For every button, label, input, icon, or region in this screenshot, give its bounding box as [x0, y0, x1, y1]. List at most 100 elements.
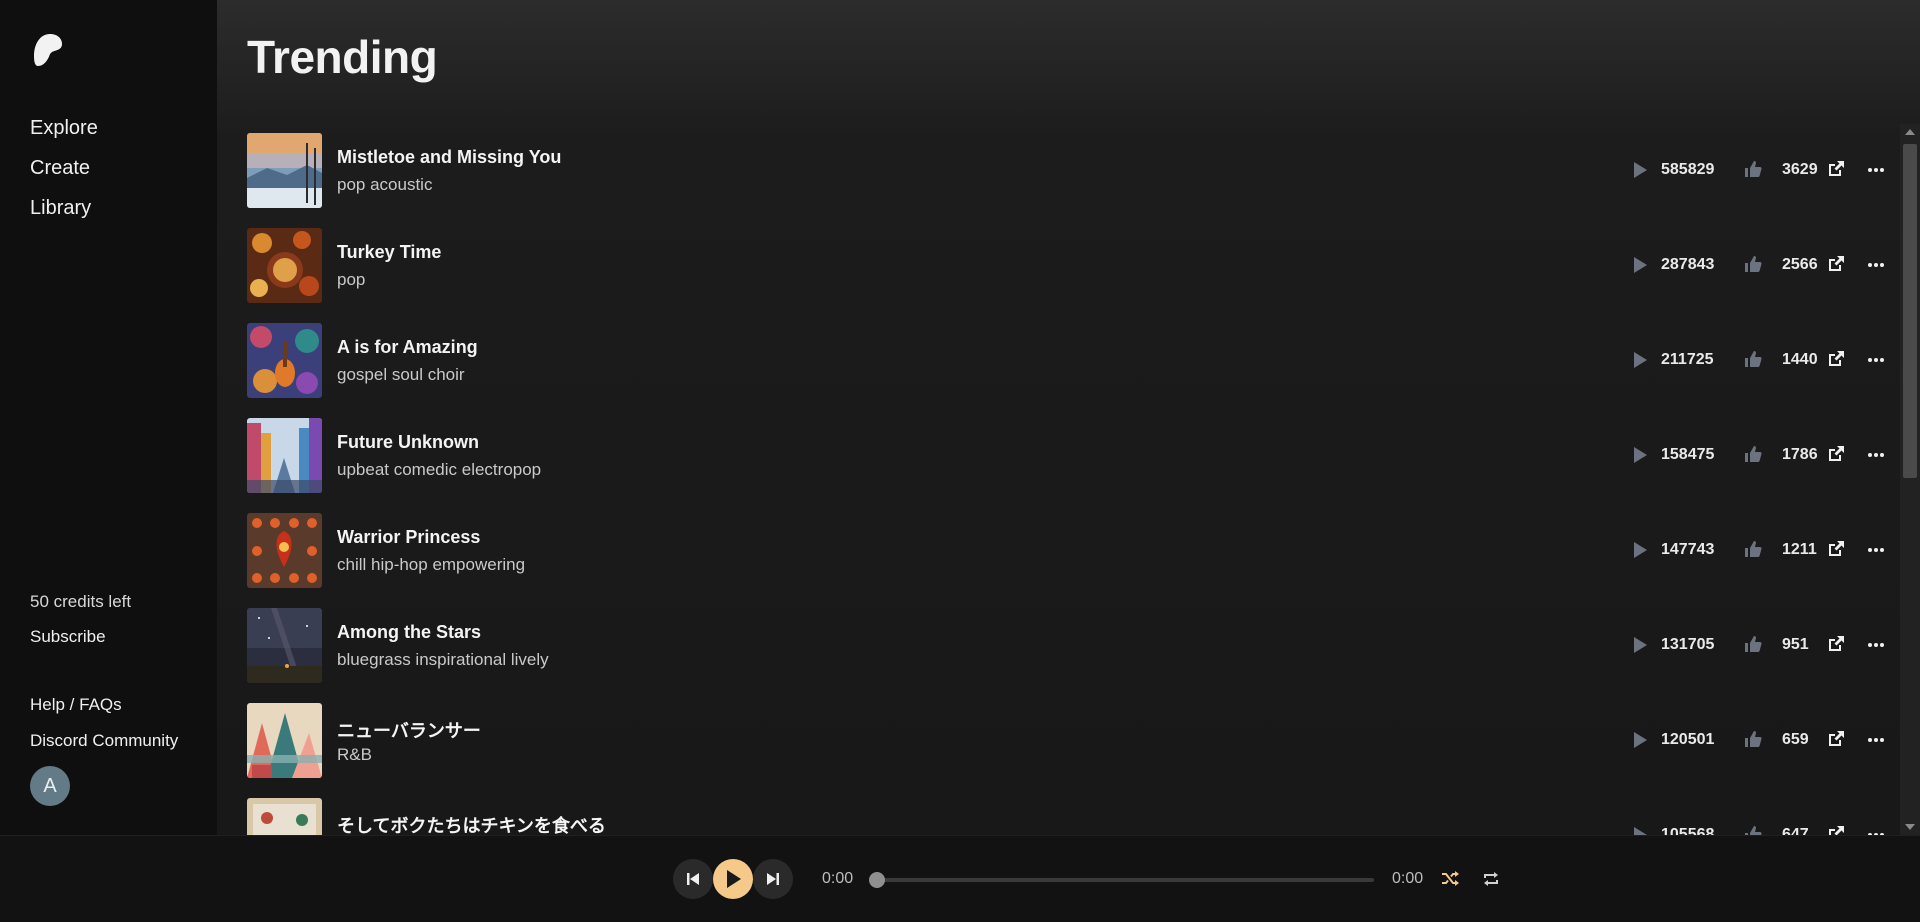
share-icon[interactable]: [1826, 824, 1846, 835]
scroll-up-arrow-icon[interactable]: [1905, 129, 1915, 135]
main-content: Trending Mistletoe and Missing You pop a…: [217, 0, 1920, 835]
skip-previous-button[interactable]: [673, 859, 713, 899]
more-options-icon[interactable]: [1867, 446, 1885, 469]
song-cover[interactable]: [247, 133, 322, 208]
song-genre: R&B: [337, 745, 372, 764]
nav-create[interactable]: Create: [30, 148, 98, 188]
song-genre: bluegrass inspirational lively: [337, 650, 549, 669]
more-options-icon[interactable]: [1867, 826, 1885, 835]
play-icon[interactable]: [1632, 541, 1648, 564]
repeat-icon[interactable]: [1481, 869, 1501, 894]
more-options-icon[interactable]: [1867, 636, 1885, 659]
like-count: 3629: [1782, 161, 1818, 178]
page-title: Trending: [247, 31, 438, 83]
thumbs-up-icon[interactable]: [1743, 824, 1763, 835]
play-icon[interactable]: [1632, 161, 1648, 184]
wave-logo-icon[interactable]: [30, 30, 70, 70]
song-cover[interactable]: [247, 323, 322, 398]
total-time: 0:00: [1392, 870, 1424, 887]
play-icon[interactable]: [1632, 636, 1648, 659]
play-icon[interactable]: [1632, 256, 1648, 279]
song-row: Among the Stars bluegrass inspirational …: [247, 608, 1887, 703]
song-cover[interactable]: [247, 703, 322, 778]
song-cover[interactable]: [247, 228, 322, 303]
song-title[interactable]: Among the Stars: [337, 622, 481, 643]
help-faqs-link[interactable]: Help / FAQs: [30, 695, 122, 715]
song-cover[interactable]: [247, 513, 322, 588]
share-icon[interactable]: [1826, 634, 1846, 659]
song-title[interactable]: A is for Amazing: [337, 337, 478, 358]
play-icon[interactable]: [1632, 826, 1648, 835]
discord-community-link[interactable]: Discord Community: [30, 731, 178, 751]
player-bar: 0:00 0:00: [0, 835, 1920, 922]
nav-explore[interactable]: Explore: [30, 108, 98, 148]
song-genre: upbeat comedic electropop: [337, 460, 542, 479]
play-pause-button[interactable]: [713, 859, 753, 899]
scroll-down-arrow-icon[interactable]: [1905, 824, 1915, 830]
thumbs-up-icon[interactable]: [1743, 539, 1763, 564]
play-icon: [727, 870, 741, 888]
progress-handle[interactable]: [869, 872, 885, 888]
song-cover[interactable]: [247, 418, 322, 493]
song-stats: 147743 1211: [1632, 538, 1902, 562]
share-icon[interactable]: [1826, 729, 1846, 754]
like-count: 2566: [1782, 256, 1818, 273]
thumbs-up-icon[interactable]: [1743, 159, 1763, 184]
song-title[interactable]: そしてボクたちはチキンを食べる: [337, 812, 606, 835]
song-row: そしてボクたちはチキンを食べる 105568 647: [247, 798, 1887, 835]
share-icon[interactable]: [1826, 254, 1846, 279]
play-count: 211725: [1661, 351, 1714, 368]
list-scrollbar[interactable]: [1900, 124, 1920, 835]
skip-previous-icon: [687, 873, 699, 885]
song-cover[interactable]: [247, 608, 322, 683]
song-title[interactable]: Future Unknown: [337, 432, 479, 453]
thumbs-up-icon[interactable]: [1743, 254, 1763, 279]
play-count: 147743: [1661, 541, 1715, 558]
song-title[interactable]: ニューバランサー: [337, 717, 481, 743]
song-cover[interactable]: [247, 798, 322, 835]
share-icon[interactable]: [1826, 444, 1846, 469]
song-row: Turkey Time pop 287843 2566: [247, 228, 1887, 323]
play-icon[interactable]: [1632, 731, 1648, 754]
song-row: Future Unknown upbeat comedic electropop…: [247, 418, 1887, 513]
progress-slider[interactable]: [869, 872, 1374, 888]
sidebar: Explore Create Library 50 credits left S…: [0, 0, 217, 835]
play-icon[interactable]: [1632, 446, 1648, 469]
song-stats: 287843 2566: [1632, 253, 1902, 277]
song-genre: pop acoustic: [337, 175, 433, 194]
play-icon[interactable]: [1632, 351, 1648, 374]
thumbs-up-icon[interactable]: [1743, 729, 1763, 754]
play-count: 105568: [1661, 826, 1715, 835]
song-title[interactable]: Warrior Princess: [337, 527, 480, 548]
nav-library[interactable]: Library: [30, 188, 98, 228]
play-count: 131705: [1661, 636, 1715, 653]
more-options-icon[interactable]: [1867, 541, 1885, 564]
like-count: 1786: [1782, 446, 1818, 463]
song-title[interactable]: Turkey Time: [337, 242, 441, 263]
scrollbar-thumb[interactable]: [1903, 144, 1917, 478]
subscribe-link[interactable]: Subscribe: [30, 627, 106, 647]
song-title[interactable]: Mistletoe and Missing You: [337, 147, 561, 168]
thumbs-up-icon[interactable]: [1743, 634, 1763, 659]
play-count: 158475: [1661, 446, 1715, 463]
song-stats: 105568 647: [1632, 823, 1902, 835]
share-icon[interactable]: [1826, 539, 1846, 564]
play-count: 287843: [1661, 256, 1715, 273]
like-count: 951: [1782, 636, 1809, 653]
play-count: 120501: [1661, 731, 1715, 748]
share-icon[interactable]: [1826, 349, 1846, 374]
skip-next-button[interactable]: [753, 859, 793, 899]
like-count: 659: [1782, 731, 1809, 748]
song-row: A is for Amazing gospel soul choir 21172…: [247, 323, 1887, 418]
more-options-icon[interactable]: [1867, 731, 1885, 754]
thumbs-up-icon[interactable]: [1743, 444, 1763, 469]
song-stats: 158475 1786: [1632, 443, 1902, 467]
song-row: Mistletoe and Missing You pop acoustic 5…: [247, 133, 1887, 228]
share-icon[interactable]: [1826, 159, 1846, 184]
avatar[interactable]: A: [30, 766, 70, 806]
more-options-icon[interactable]: [1867, 351, 1885, 374]
shuffle-icon[interactable]: [1440, 869, 1460, 894]
more-options-icon[interactable]: [1867, 256, 1885, 279]
thumbs-up-icon[interactable]: [1743, 349, 1763, 374]
more-options-icon[interactable]: [1867, 161, 1885, 184]
